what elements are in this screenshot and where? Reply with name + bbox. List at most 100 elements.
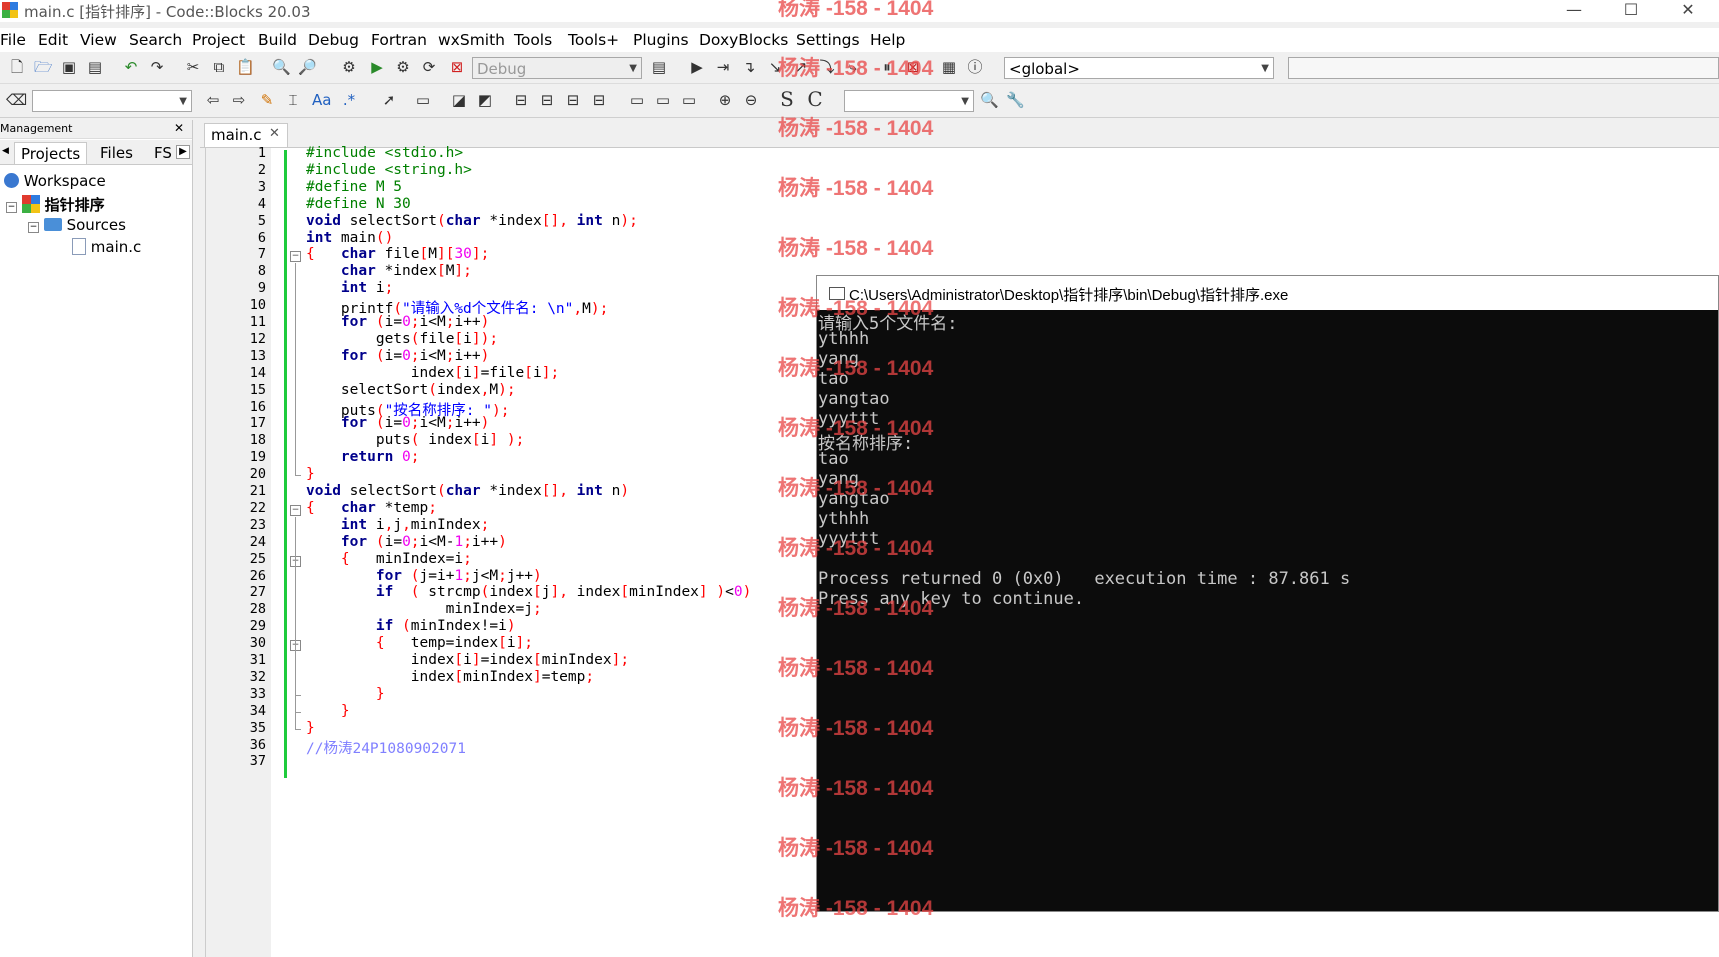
menu-tools-plus[interactable]: Tools+: [568, 31, 619, 49]
tree-file-main[interactable]: main.c: [72, 238, 141, 256]
c-icon[interactable]: C: [806, 89, 824, 109]
block2-icon[interactable]: ⊟: [538, 91, 556, 109]
code-line[interactable]: for (j=i+1;j<M;j++): [306, 568, 542, 584]
tree-workspace[interactable]: Workspace: [4, 172, 106, 190]
back-icon[interactable]: ⇦: [204, 91, 222, 109]
highlight-icon[interactable]: ✎: [258, 91, 276, 109]
code-line[interactable]: }: [306, 720, 315, 736]
menu-search[interactable]: Search: [129, 31, 182, 49]
code-line[interactable]: #include <string.h>: [306, 162, 472, 178]
code-line[interactable]: index[i]=index[minIndex];: [306, 652, 629, 668]
menu-file[interactable]: File: [0, 31, 26, 49]
menu-build[interactable]: Build: [258, 31, 297, 49]
save-icon[interactable]: ▣: [60, 58, 78, 76]
copy-icon[interactable]: ⧉: [210, 58, 228, 76]
collapse-icon[interactable]: −: [28, 222, 39, 233]
rebuild-icon[interactable]: ⟳: [420, 58, 438, 76]
grid2-icon[interactable]: ◩: [476, 91, 494, 109]
code-line[interactable]: for (i=0;i<M-1;i++): [306, 534, 507, 550]
block4-icon[interactable]: ⊟: [590, 91, 608, 109]
code-line[interactable]: { minIndex=i;: [306, 551, 472, 567]
code-line[interactable]: int i,j,minIndex;: [306, 517, 489, 533]
run-icon[interactable]: ▶: [368, 58, 386, 76]
console-window[interactable]: C:\Users\Administrator\Desktop\指针排序\bin\…: [816, 275, 1719, 912]
grid-icon[interactable]: ◪: [450, 91, 468, 109]
next-line-icon[interactable]: ↴: [740, 58, 758, 76]
code-line[interactable]: #define N 30: [306, 196, 411, 212]
build-log-icon[interactable]: ▤: [650, 58, 668, 76]
code-line[interactable]: minIndex=j;: [306, 601, 542, 617]
code-line[interactable]: #include <stdio.h>: [306, 145, 463, 161]
wrench-icon[interactable]: 🔧: [1006, 91, 1025, 109]
search-icon[interactable]: 🔍: [980, 91, 999, 109]
menu-fortran[interactable]: Fortran: [371, 31, 427, 49]
code-line[interactable]: puts( index[i] );: [306, 432, 524, 448]
code-line[interactable]: void selectSort(char *index[], int n): [306, 483, 629, 499]
code-line[interactable]: if ( strcmp(index[j], index[minIndex] )<…: [306, 584, 751, 600]
symbol-select[interactable]: [1288, 57, 1719, 79]
s-icon[interactable]: S: [778, 89, 796, 109]
shape2-icon[interactable]: ▭: [654, 91, 672, 109]
build-run-icon[interactable]: ⚙: [394, 58, 412, 76]
new-file-icon[interactable]: 🗋: [8, 58, 26, 76]
pointer-icon[interactable]: ➚: [380, 91, 398, 109]
find-icon[interactable]: 🔍: [272, 58, 291, 76]
code-line[interactable]: //杨涛24P1080902071: [306, 737, 466, 758]
menu-view[interactable]: View: [80, 31, 117, 49]
cut-icon[interactable]: ✂: [184, 58, 202, 76]
code-line[interactable]: { char file[M][30];: [306, 246, 489, 262]
undo-icon[interactable]: ↶: [122, 58, 140, 76]
build-target-select[interactable]: Debug ▼: [472, 57, 642, 79]
code-line[interactable]: selectSort(index,M);: [306, 382, 516, 398]
minimize-button[interactable]: —: [1551, 0, 1597, 22]
debug-windows-icon[interactable]: ▦: [940, 58, 958, 76]
code-line[interactable]: index[i]=file[i];: [306, 365, 559, 381]
code-line[interactable]: { temp=index[i];: [306, 635, 533, 651]
forward-icon[interactable]: ⇨: [230, 91, 248, 109]
menu-plugins[interactable]: Plugins: [633, 31, 689, 49]
code-line[interactable]: void selectSort(char *index[], int n);: [306, 213, 638, 229]
selection-icon[interactable]: ⌶: [284, 91, 302, 109]
zoom-in-icon[interactable]: ⊕: [716, 91, 734, 109]
save-all-icon[interactable]: ▤: [86, 58, 104, 76]
shape3-icon[interactable]: ▭: [680, 91, 698, 109]
shape1-icon[interactable]: ▭: [628, 91, 646, 109]
menu-project[interactable]: Project: [192, 31, 245, 49]
menu-help[interactable]: Help: [870, 31, 905, 49]
match-case-icon[interactable]: Aa: [312, 91, 331, 109]
code-line[interactable]: }: [306, 686, 385, 702]
code-line[interactable]: for (i=0;i<M;i++): [306, 348, 489, 364]
find-combo[interactable]: ▼: [844, 90, 974, 112]
maximize-button[interactable]: ☐: [1608, 0, 1654, 22]
menu-doxyblocks[interactable]: DoxyBlocks: [699, 31, 788, 49]
code-line[interactable]: int i;: [306, 280, 393, 296]
fold-collapse-icon[interactable]: −: [290, 251, 301, 263]
replace-icon[interactable]: 🔎: [298, 58, 317, 76]
editor-tab-close-icon[interactable]: ✕: [269, 126, 280, 141]
menu-settings[interactable]: Settings: [796, 31, 860, 49]
code-line[interactable]: return 0;: [306, 449, 420, 465]
info-icon[interactable]: ⓘ: [966, 58, 984, 76]
tab-projects[interactable]: Projects: [14, 142, 88, 164]
paste-icon[interactable]: 📋: [236, 58, 255, 76]
menu-tools[interactable]: Tools: [514, 31, 552, 49]
frame-icon[interactable]: ▭: [414, 91, 432, 109]
run-to-cursor-icon[interactable]: ⇥: [714, 58, 732, 76]
code-line[interactable]: if (minIndex!=i): [306, 618, 516, 634]
close-button[interactable]: ✕: [1665, 0, 1711, 22]
code-line[interactable]: }: [306, 466, 315, 482]
menu-debug[interactable]: Debug: [308, 31, 359, 49]
code-line[interactable]: for (i=0;i<M;i++): [306, 314, 489, 330]
tab-scroll-right-icon[interactable]: ▶: [176, 145, 190, 159]
menu-wxsmith[interactable]: wxSmith: [438, 31, 505, 49]
code-line[interactable]: for (i=0;i<M;i++): [306, 415, 489, 431]
tab-fs[interactable]: FS: [148, 142, 178, 164]
block1-icon[interactable]: ⊟: [512, 91, 530, 109]
code-line[interactable]: index[minIndex]=temp;: [306, 669, 594, 685]
menu-edit[interactable]: Edit: [38, 31, 68, 49]
code-line[interactable]: #define M 5: [306, 179, 402, 195]
abort-icon[interactable]: ⊠: [448, 58, 466, 76]
code-line[interactable]: gets(file[i]);: [306, 331, 498, 347]
redo-icon[interactable]: ↷: [148, 58, 166, 76]
zoom-out-icon[interactable]: ⊖: [742, 91, 760, 109]
